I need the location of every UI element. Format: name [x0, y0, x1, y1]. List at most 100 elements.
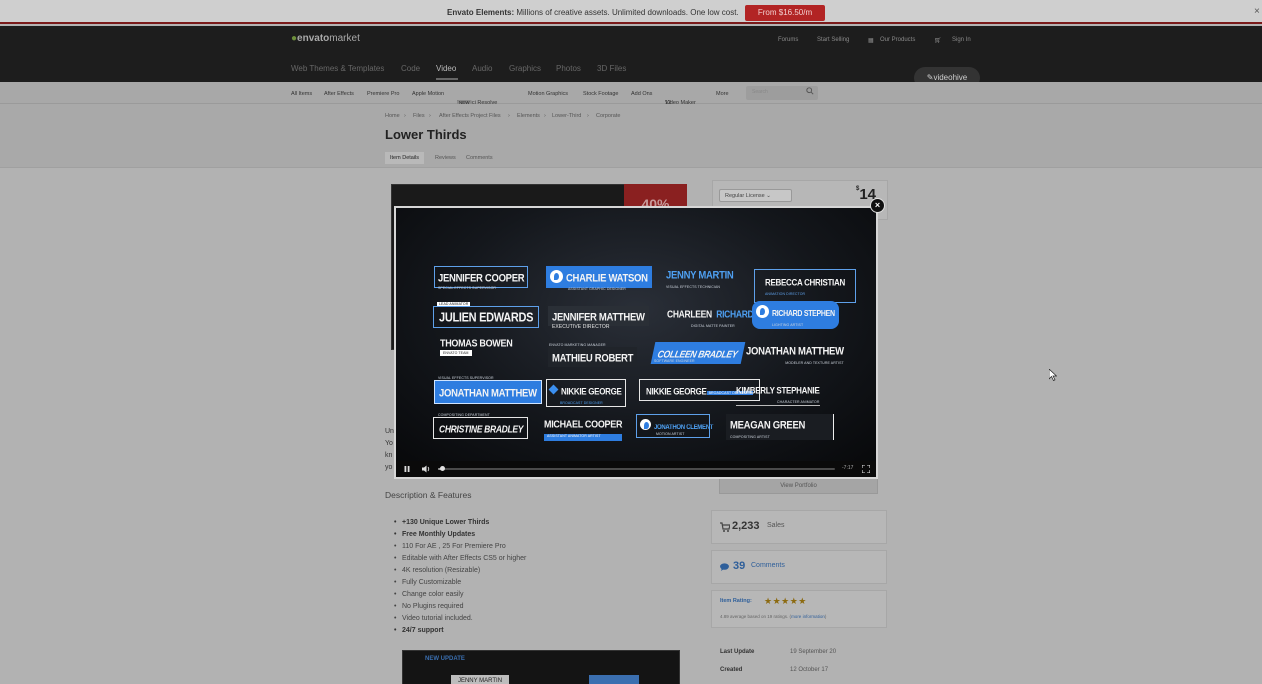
- feature-item: 4K resolution (Resizable): [394, 567, 480, 574]
- sign-in-link[interactable]: Sign In: [952, 37, 971, 43]
- start-selling-link[interactable]: Start Selling: [817, 37, 849, 43]
- lower-third-name: MICHAEL COOPER: [544, 418, 623, 430]
- lower-third-sub: SOFTWARE ENGINEER: [654, 359, 695, 363]
- breadcrumb-ae-project-files[interactable]: After Effects Project Files: [439, 113, 501, 119]
- video-controls: -7:17: [396, 461, 876, 477]
- breadcrumb-separator: ›: [508, 113, 510, 119]
- subnav-apple-motion[interactable]: Apple Motion: [412, 91, 444, 97]
- subnav-motion-graphics[interactable]: Motion Graphics: [528, 91, 568, 97]
- our-products-link[interactable]: Our Products: [880, 37, 915, 43]
- license-select-value: Regular License: [725, 193, 765, 199]
- forums-link[interactable]: Forums: [778, 37, 798, 43]
- tab-comments[interactable]: Comments: [461, 152, 498, 164]
- lower-third-name: JULIEN EDWARDS: [439, 311, 534, 325]
- logo-text-market: market: [329, 33, 360, 44]
- lower-third-item: MATHIEU ROBERT: [548, 347, 638, 367]
- feature-item: 110 For AE , 25 For Premiere Pro: [394, 543, 506, 550]
- lower-third-subtitle: EXECUTIVE DIRECTOR: [552, 322, 610, 330]
- volume-icon[interactable]: [422, 465, 431, 473]
- rating-summary-text: 4.89 average based on 19 ratings. (: [720, 614, 792, 619]
- modal-close-button[interactable]: ×: [870, 198, 885, 213]
- video-preview-modal: JENNIFER COOPER SPECIAL EFFECTS SUPERVIS…: [394, 206, 878, 479]
- lower-third-name: CHRISTINE BRADLEY: [439, 423, 524, 435]
- video-scrubber-handle[interactable]: [439, 466, 445, 471]
- description-snippet: Un: [385, 428, 394, 435]
- view-portfolio-button[interactable]: View Portfolio: [719, 478, 878, 494]
- logo-text-envato: envato: [297, 33, 330, 44]
- video-frame[interactable]: JENNIFER COOPER SPECIAL EFFECTS SUPERVIS…: [396, 208, 876, 461]
- more-information-link[interactable]: more information: [791, 614, 825, 619]
- lower-third-name: CHARLEEN: [667, 308, 712, 320]
- rating-label: Item Rating:: [720, 598, 752, 604]
- category-photos[interactable]: Photos: [556, 64, 581, 73]
- comments-count[interactable]: 39: [733, 560, 745, 572]
- lower-third-name: RICHARD STEPHEN: [772, 310, 835, 319]
- lower-third-subtitle: SOFTWARE ENGINEER: [654, 357, 695, 363]
- category-graphics[interactable]: Graphics: [509, 64, 541, 73]
- video-progress-bar[interactable]: [438, 466, 835, 471]
- category-video[interactable]: Video: [436, 64, 456, 73]
- lower-third-name: JONATHAN MATTHEW: [746, 345, 844, 358]
- lower-third-subtitle: SPECIAL EFFECTS SUPERVISOR: [438, 284, 496, 290]
- lower-third-sub: SPECIAL EFFECTS SUPERVISOR: [438, 286, 497, 290]
- promo-bold: Envato Elements:: [447, 8, 515, 17]
- created-label: Created: [720, 667, 743, 673]
- pause-icon[interactable]: [404, 466, 410, 472]
- lower-third-item: RICHARD STEPHEN LIGHTING ARTIST: [752, 301, 839, 329]
- fullscreen-icon[interactable]: [862, 465, 870, 473]
- category-code[interactable]: Code: [401, 64, 420, 73]
- lower-third-name: NIKKIE GEORGE: [646, 386, 707, 397]
- promo-text: Envato Elements: Millions of creative as…: [447, 8, 739, 17]
- promo-close-icon[interactable]: ×: [1254, 6, 1260, 17]
- lower-third-sub: ASSISTANT ANIMATOR ARTIST: [544, 434, 623, 438]
- category-audio[interactable]: Audio: [472, 64, 492, 73]
- subnav-premiere-pro[interactable]: Premiere Pro: [367, 91, 399, 97]
- preview-name-tag: JENNY MARTIN: [451, 675, 509, 684]
- subnav-after-effects[interactable]: After Effects: [324, 91, 354, 97]
- breadcrumb-lower-third[interactable]: Lower-Third: [552, 113, 581, 119]
- lower-third-item: MEAGAN GREEN COMPOSITING ARTIST: [726, 414, 834, 440]
- lower-third-sub: COMPOSITING ARTIST: [730, 435, 770, 439]
- comments-link[interactable]: Comments: [751, 562, 785, 569]
- new-update-label: NEW UPDATE: [425, 656, 465, 662]
- lower-third-item: NIKKIE GEORGE BROADCAST DESIGNER: [546, 379, 626, 407]
- license-select[interactable]: Regular License ⌄: [719, 189, 792, 202]
- lower-third-name: MEAGAN GREEN: [730, 419, 806, 432]
- subnav-stock-footage[interactable]: Stock Footage: [583, 91, 618, 97]
- brand-logo-icon: [756, 305, 769, 319]
- promo-cta-button[interactable]: From $16.50/m: [745, 5, 825, 21]
- breadcrumb-elements[interactable]: Elements: [517, 113, 540, 119]
- lower-third-sub: CHARACTER ANIMATOR: [777, 400, 820, 404]
- search-icon[interactable]: [806, 87, 814, 95]
- category-3d-files[interactable]: 3D Files: [597, 64, 626, 73]
- subnav-all-items[interactable]: All Items: [291, 91, 312, 97]
- lower-third-name: KIMBERLY STEPHANIE: [736, 385, 820, 396]
- page-title: Lower Thirds: [385, 127, 467, 142]
- cart-icon[interactable]: 🛒︎: [934, 37, 942, 44]
- breadcrumb-files[interactable]: Files: [413, 113, 425, 119]
- lower-third-name: MATHIEU ROBERT: [552, 352, 634, 365]
- envato-market-logo[interactable]: ●envatomarket: [291, 33, 360, 44]
- breadcrumb-separator: ›: [544, 113, 546, 119]
- feature-item: +130 Unique Lower Thirds: [394, 519, 489, 526]
- tab-reviews[interactable]: Reviews: [430, 152, 461, 164]
- breadcrumb-separator: ›: [404, 113, 406, 119]
- last-update-value: 19 September 20: [790, 649, 837, 655]
- tab-item-details[interactable]: Item Details: [385, 152, 425, 164]
- mouse-cursor-icon: [1049, 369, 1057, 381]
- subnav-add-ons[interactable]: Add Ons: [631, 91, 652, 97]
- lower-third-item: JONATHAN MATTHEW: [434, 380, 542, 404]
- comment-bubble-icon: [720, 563, 729, 571]
- category-web-themes[interactable]: Web Themes & Templates: [291, 64, 384, 73]
- lower-third-subtitle: ASSISTANT GRAPHIC DESIGNER: [568, 285, 626, 291]
- subcategory-nav: All Items After Effects Premiere Pro App…: [0, 82, 1262, 106]
- breadcrumb-corporate[interactable]: Corporate: [596, 113, 620, 119]
- subnav-more[interactable]: More: [716, 91, 729, 97]
- lower-third-sub: ANIMATION DIRECTOR: [765, 292, 806, 296]
- rating-summary: 4.89 average based on 19 ratings. (more …: [720, 614, 826, 619]
- feature-item: Change color easily: [394, 591, 463, 598]
- feature-item: Fully Customizable: [394, 579, 461, 586]
- feature-item: 24/7 support: [394, 627, 444, 634]
- breadcrumb-home[interactable]: Home: [385, 113, 400, 119]
- videohive-label: videohive: [933, 73, 968, 82]
